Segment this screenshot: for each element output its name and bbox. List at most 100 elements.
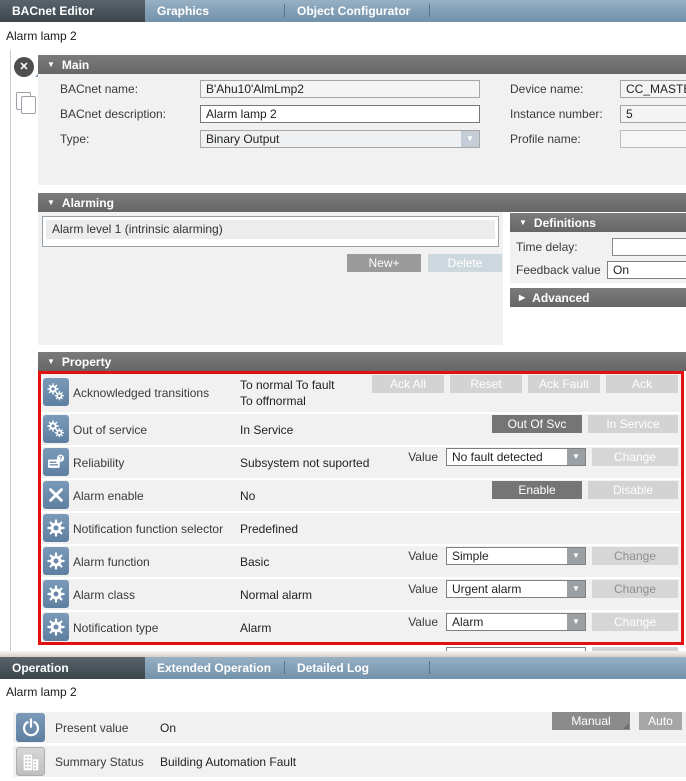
close-icon[interactable]: ✕ [14,57,34,77]
operation-tab-bar: Operation Extended Operation Detailed Lo… [0,657,686,679]
property-value: Predefined [240,522,298,536]
tab-object-configurator[interactable]: Object Configurator [285,0,429,22]
section-header-definitions[interactable]: ▼ Definitions [510,213,686,232]
value-label: Value [408,547,438,565]
property-label: Acknowledged transitions [73,386,209,400]
time-delay-field[interactable] [612,238,686,256]
change-button[interactable]: Change [592,448,678,466]
feedback-value: On [608,262,686,278]
type-dropdown-value: Binary Output [201,131,461,147]
alarm-function-dropdown[interactable]: Simple ▼ [446,547,586,565]
change-button[interactable]: Change [592,547,678,565]
summary-status-row: Summary Status Building Automation Fault [13,746,686,777]
property-label: Alarm class [73,588,135,602]
type-dropdown[interactable]: Binary Output ▼ [200,130,480,148]
reliability-dropdown[interactable]: No fault detected ▼ [446,448,586,466]
collapse-triangle-icon: ▼ [47,60,55,69]
gear-icon [43,547,69,575]
gear-icon [43,514,69,542]
bacnet-name-label: BACnet name: [60,82,138,96]
copy-icon[interactable] [16,92,31,110]
property-highlight-box: Acknowledged transitions To normal To fa… [38,371,684,645]
notification-type-dropdown[interactable]: Alarm ▼ [446,613,586,631]
row-value: Building Automation Fault [160,755,296,769]
tab-separator [429,661,430,674]
profile-name-field[interactable] [620,130,686,148]
value-line: To normal To fault [240,377,335,393]
gears-icon [43,415,69,443]
property-value: Basic [240,555,269,569]
dropdown-value: Urgent alarm [447,581,567,597]
change-button[interactable]: Change [592,613,678,631]
ack-all-button[interactable]: Ack All [372,375,444,393]
present-value-row: Present value On Manual Auto [13,712,686,743]
property-label: Out of service [73,423,147,437]
disable-button[interactable]: Disable [588,481,678,499]
tab-graphics[interactable]: Graphics [145,0,284,22]
reset-button[interactable]: Reset [450,375,522,393]
manual-button[interactable]: Manual [552,712,630,730]
device-name-field[interactable] [620,80,686,98]
row-label: Present value [55,721,128,735]
feedback-value-dropdown[interactable]: On [607,261,686,279]
chevron-down-icon[interactable]: ▼ [567,581,585,597]
new-alarm-button[interactable]: New+ [347,254,421,272]
instance-number-label: Instance number: [510,107,603,121]
section-body-main: BACnet name: BACnet description: Type: B… [38,74,686,185]
auto-button[interactable]: Auto [639,712,682,730]
property-row-notification-type: Notification type Alarm Value Alarm ▼ Ch… [41,612,681,643]
property-value: Normal alarm [240,588,312,602]
delete-alarm-button[interactable]: Delete [428,254,502,272]
section-header-alarming[interactable]: ▼ Alarming [38,193,686,212]
tab-detailed-log[interactable]: Detailed Log [285,657,429,679]
property-value: Alarm [240,621,271,635]
property-value: No [240,489,255,503]
editor-tab-bar: BACnet Editor Graphics Object Configurat… [0,0,686,22]
tab-bacnet-editor[interactable]: BACnet Editor [0,0,145,22]
row-controls: Value Urgent alarm ▼ Change [408,580,678,598]
property-row-reliability: ? Reliability Subsystem not suported Val… [41,447,681,478]
enable-button[interactable]: Enable [492,481,582,499]
row-buttons: Out Of Svc In Service [492,415,678,433]
value-label: Value [408,580,438,598]
row-buttons: Manual Auto [552,712,682,730]
alarm-level-listbox[interactable]: Alarm level 1 (intrinsic alarming) [42,216,499,247]
bacnet-description-field[interactable] [200,105,480,123]
property-row-alarm-function: Alarm function Basic Value Simple ▼ Chan… [41,546,681,577]
property-label: Alarm function [73,555,150,569]
out-of-svc-button[interactable]: Out Of Svc [492,415,582,433]
in-service-button[interactable]: In Service [588,415,678,433]
chevron-down-icon[interactable]: ▼ [461,131,479,147]
tab-operation[interactable]: Operation [0,657,145,679]
change-button[interactable]: Change [592,580,678,598]
dropdown-value: Alarm [447,614,567,630]
tab-extended-operation[interactable]: Extended Operation [145,657,284,679]
alarm-class-dropdown[interactable]: Urgent alarm ▼ [446,580,586,598]
row-controls: Value Simple ▼ Change [408,547,678,565]
profile-name-label: Profile name: [510,132,581,146]
power-icon [16,713,45,742]
section-title: Main [62,58,89,72]
object-title: Alarm lamp 2 [6,29,77,43]
section-header-property[interactable]: ▼ Property [38,352,686,371]
chevron-down-icon[interactable]: ▼ [567,614,585,630]
bacnet-name-field[interactable] [200,80,480,98]
chevron-down-icon[interactable]: ▼ [567,548,585,564]
gears-icon [43,378,69,406]
ack-button[interactable]: Ack [606,375,678,393]
instance-number-field[interactable] [620,105,686,123]
row-value: On [160,721,176,735]
dropdown-value: No fault detected [447,449,567,465]
property-row-out-of-service: Out of service In Service Out Of Svc In … [41,414,681,445]
value-line: To offnormal [240,393,335,409]
section-header-advanced[interactable]: ▶ Advanced [510,288,686,307]
ack-fault-button[interactable]: Ack Fault [528,375,600,393]
chevron-down-icon[interactable]: ▼ [567,449,585,465]
section-header-main[interactable]: ▼ Main [38,55,686,74]
property-row-acknowledged-transitions: Acknowledged transitions To normal To fa… [41,374,681,412]
collapse-triangle-icon: ▼ [47,198,55,207]
operation-object-title: Alarm lamp 2 [6,685,77,699]
property-row-alarm-enable: Alarm enable No Enable Disable [41,480,681,511]
list-item[interactable]: Alarm level 1 (intrinsic alarming) [46,220,495,239]
section-title: Advanced [532,291,589,305]
